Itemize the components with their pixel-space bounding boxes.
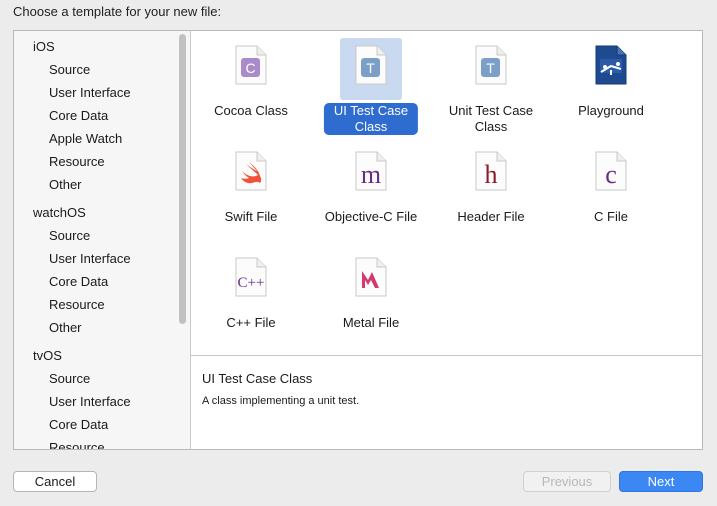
unit-test-case-class-icon: T [460,38,522,100]
sidebar-item-core-data[interactable]: Core Data [14,104,190,127]
template-objective-c-file[interactable]: m Objective-C File [311,140,431,246]
cpp-file-icon: C++ [220,250,282,312]
dialog-title: Choose a template for your new file: [13,4,222,19]
divider [191,355,702,356]
c-file-icon: c [580,144,642,206]
svg-text:h: h [485,160,498,189]
template-label-line1: Metal File [342,315,400,330]
svg-text:C: C [245,60,255,76]
template-label: Unit Test Case Class [439,103,543,135]
platform-sidebar: iOS Source User Interface Core Data Apple Wa… [14,31,191,449]
description-title: UI Test Case Class [202,371,313,386]
template-label-line1: C++ File [226,315,276,330]
svg-text:m: m [361,160,381,189]
template-swift-file[interactable]: Swift File [191,140,311,246]
template-c-file[interactable]: c C File [551,140,671,246]
sidebar-item-source[interactable]: Source [14,367,190,390]
template-label: Header File [447,209,534,225]
svg-text:C++: C++ [238,275,265,291]
template-metal-file[interactable]: Metal File [311,246,431,352]
template-cpp-file[interactable]: C++ C++ File [191,246,311,352]
template-label-line1: Playground [578,103,644,118]
sidebar-platform-ios[interactable]: iOS [14,35,190,58]
sidebar-item-source[interactable]: Source [14,224,190,247]
template-unit-test-case-class[interactable]: T Unit Test Case Class [431,34,551,140]
sidebar-item-other[interactable]: Other [14,173,190,196]
sidebar-item-resource[interactable]: Resource [14,150,190,173]
cancel-button[interactable]: Cancel [13,471,97,492]
template-label-line2: Class [354,119,388,134]
sidebar-item-user-interface[interactable]: User Interface [14,81,190,104]
template-label: C++ File [216,315,285,331]
sidebar-item-source[interactable]: Source [14,58,190,81]
ui-test-case-class-icon: T [340,38,402,100]
template-area: C Cocoa Class T UI Test Case Class T Unit Test… [191,31,702,449]
template-label-line1: Header File [457,209,525,224]
template-grid: C Cocoa Class T UI Test Case Class T Unit Test… [191,31,702,355]
template-label-line1: Swift File [224,209,278,224]
template-label-line1: UI Test Case [333,103,409,118]
template-header-file[interactable]: h Header File [431,140,551,246]
metal-file-icon [340,250,402,312]
template-label-line1: Cocoa Class [214,103,288,118]
sidebar-platform-watchos[interactable]: watchOS [14,201,190,224]
template-label: UI Test Case Class [323,103,419,135]
sidebar-item-resource[interactable]: Resource [14,436,190,449]
template-panel: iOS Source User Interface Core Data Apple Wa… [13,30,703,450]
description-text: A class implementing a unit test. [202,395,360,407]
template-label: C File [584,209,638,225]
template-cocoa-class[interactable]: C Cocoa Class [191,34,311,140]
svg-text:T: T [486,60,495,76]
swift-file-icon [220,144,282,206]
sidebar-item-core-data[interactable]: Core Data [14,270,190,293]
template-ui-test-case-class[interactable]: T UI Test Case Class [311,34,431,140]
template-label-line1: Objective-C File [324,209,418,224]
sidebar-item-resource[interactable]: Resource [14,293,190,316]
template-label: Objective-C File [315,209,427,225]
template-label-line1: C File [594,209,628,224]
playground-icon [580,38,642,100]
template-label: Swift File [215,209,288,225]
sidebar-item-apple-watch[interactable]: Apple Watch [14,127,190,150]
header-file-icon: h [460,144,522,206]
sidebar-item-user-interface[interactable]: User Interface [14,247,190,270]
sidebar-item-other[interactable]: Other [14,316,190,339]
sidebar-item-user-interface[interactable]: User Interface [14,390,190,413]
svg-text:c: c [605,160,617,189]
template-label-line2: Class [474,119,508,134]
sidebar-item-core-data[interactable]: Core Data [14,413,190,436]
template-playground[interactable]: Playground [551,34,671,140]
next-button[interactable]: Next [619,471,703,492]
cocoa-class-icon: C [220,38,282,100]
template-label: Playground [568,103,654,119]
sidebar-platform-tvos[interactable]: tvOS [14,344,190,367]
template-label: Metal File [333,315,409,331]
objective-c-file-icon: m [340,144,402,206]
template-label: Cocoa Class [204,103,298,119]
svg-text:T: T [366,60,375,76]
previous-button[interactable]: Previous [523,471,611,492]
template-label-line1: Unit Test Case [448,103,534,118]
